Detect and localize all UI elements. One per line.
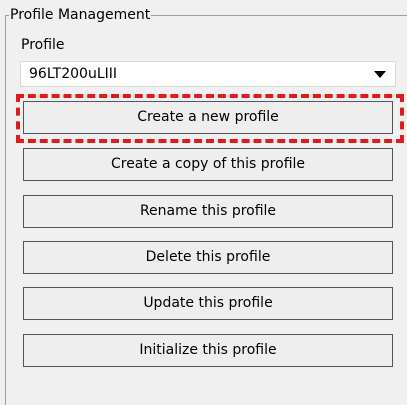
chevron-down-icon[interactable] [374,71,386,78]
initialize-profile-button[interactable]: Initialize this profile [23,334,393,367]
profile-select-value: 96LT200uLIII [29,66,118,82]
rename-profile-button[interactable]: Rename this profile [23,195,393,228]
highlight-box [16,94,404,143]
group-title: Profile Management [9,6,152,24]
copy-profile-button[interactable]: Create a copy of this profile [23,148,393,181]
delete-profile-button[interactable]: Delete this profile [23,241,393,274]
profile-label: Profile [21,37,65,53]
update-profile-button[interactable]: Update this profile [23,287,393,320]
profile-select[interactable]: 96LT200uLIII [20,61,396,87]
